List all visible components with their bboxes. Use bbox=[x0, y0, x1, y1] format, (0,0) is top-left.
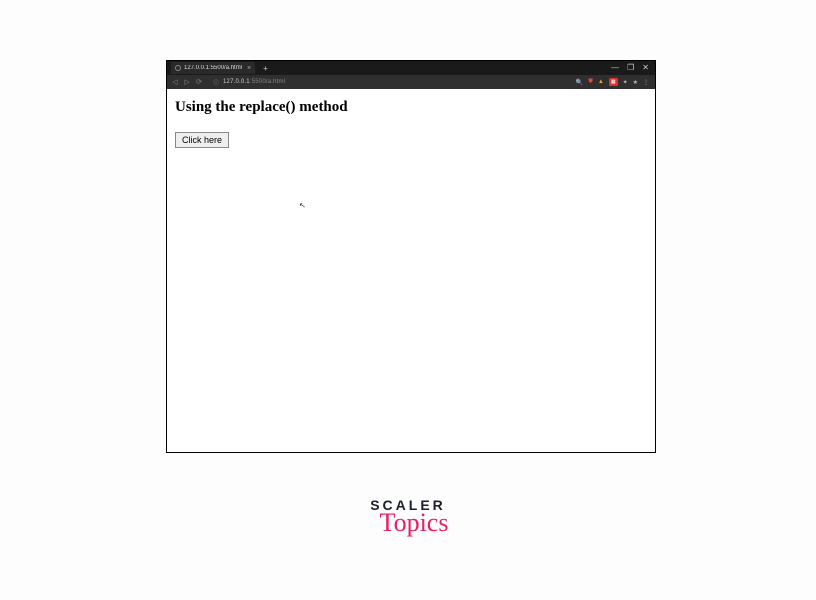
browser-tab[interactable]: 127.0.0.1:5500/a.html × bbox=[171, 62, 255, 74]
mouse-cursor-icon: ↖ bbox=[298, 200, 306, 210]
bookmark-star-icon[interactable]: ★ bbox=[633, 79, 638, 86]
forward-button[interactable]: ▷ bbox=[183, 78, 191, 86]
site-info-icon[interactable]: ⓘ bbox=[213, 78, 219, 87]
shield-icon[interactable]: ⛊ bbox=[588, 79, 593, 86]
maximize-button[interactable]: ❐ bbox=[627, 64, 634, 72]
toolbar-right: 🔍 ⛊ ▲ ▦ ✦ ★ ⋮ bbox=[576, 78, 651, 86]
back-button[interactable]: ◁ bbox=[171, 78, 179, 86]
new-tab-button[interactable]: + bbox=[263, 64, 268, 73]
brand-subtitle: Topics bbox=[376, 510, 452, 536]
reload-button[interactable]: ⟳ bbox=[195, 78, 203, 86]
brand-logo: SCALER Topics bbox=[370, 498, 446, 536]
tab-favicon-icon bbox=[175, 65, 181, 71]
extensions-puzzle-icon[interactable]: ✦ bbox=[623, 79, 628, 86]
search-icon[interactable]: 🔍 bbox=[576, 79, 583, 86]
browser-window: 127.0.0.1:5500/a.html × + — ❐ ✕ ◁ ▷ ⟳ ⓘ … bbox=[166, 60, 656, 453]
page-heading: Using the replace() method bbox=[175, 99, 647, 116]
tab-title: 127.0.0.1:5500/a.html bbox=[184, 65, 242, 71]
browser-toolbar: ◁ ▷ ⟳ ⓘ 127.0.0.1:5500/a.html 🔍 ⛊ ▲ ▦ ✦ … bbox=[167, 75, 655, 89]
page-content: Using the replace() method Click here ↖ bbox=[167, 89, 655, 452]
menu-icon[interactable]: ⋮ bbox=[643, 79, 649, 86]
address-host: 127.0.0.1 bbox=[223, 79, 250, 85]
address-bar[interactable]: ⓘ 127.0.0.1:5500/a.html bbox=[213, 78, 572, 87]
close-button[interactable]: ✕ bbox=[642, 64, 649, 72]
window-controls: — ❐ ✕ bbox=[611, 61, 655, 75]
minimize-button[interactable]: — bbox=[611, 64, 619, 72]
address-path: :5500/a.html bbox=[250, 79, 285, 85]
click-here-button[interactable]: Click here bbox=[175, 132, 229, 148]
tab-close-icon[interactable]: × bbox=[247, 65, 251, 72]
address-text: 127.0.0.1:5500/a.html bbox=[223, 79, 285, 85]
alert-icon[interactable]: ▲ bbox=[598, 79, 604, 85]
window-titlebar: 127.0.0.1:5500/a.html × + — ❐ ✕ bbox=[167, 61, 655, 75]
extension-icon[interactable]: ▦ bbox=[609, 78, 618, 86]
